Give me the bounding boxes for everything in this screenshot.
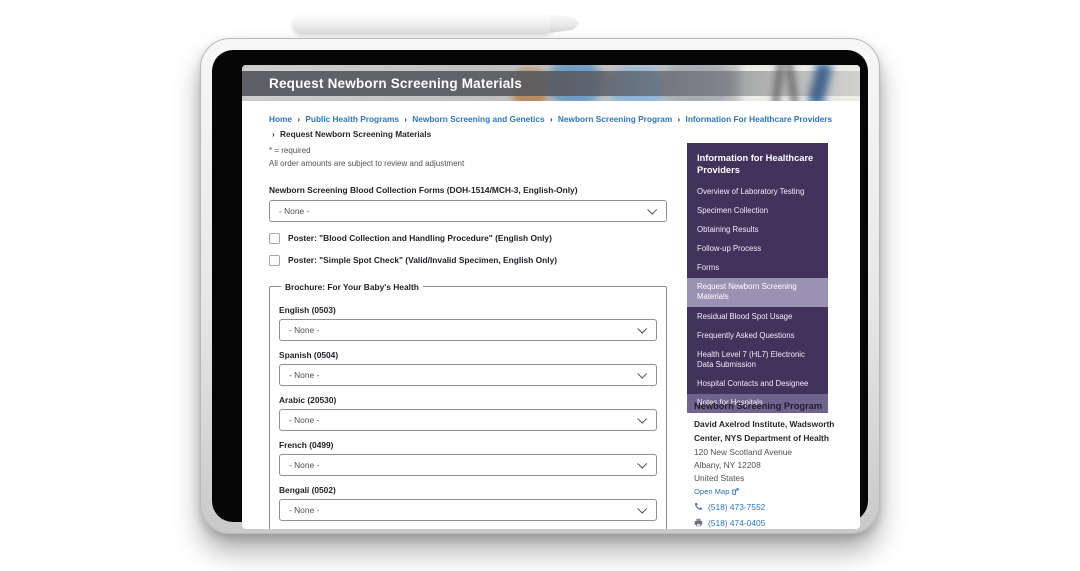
phone-link[interactable]: (518) 473-7552: [708, 502, 765, 512]
stylus: [292, 13, 580, 34]
breadcrumb-link-newborn-screening-genetics[interactable]: Newborn Screening and Genetics: [412, 114, 544, 124]
contact-block: Newborn Screening Program David Axelrod …: [694, 401, 844, 529]
brochure-french-label: French (0499): [279, 440, 657, 450]
brochure-spanish-label: Spanish (0504): [279, 350, 657, 360]
chevron-down-icon: [637, 503, 647, 513]
page-hero: Request Newborn Screening Materials: [242, 65, 860, 101]
brochure-arabic-label: Arabic (20530): [279, 395, 657, 405]
brochure-english-select[interactable]: - None -: [279, 319, 657, 341]
poster-simple-spot-row: Poster: "Simple Spot Check" (Valid/Inval…: [269, 255, 667, 266]
sidebar-item-specimen-collection[interactable]: Specimen Collection: [687, 201, 828, 220]
chevron-down-icon: [637, 368, 647, 378]
tablet-bezel: Request Newborn Screening Materials Home…: [212, 50, 868, 522]
brochure-field-english: English (0503) - None -: [279, 305, 657, 341]
fax-icon: [694, 518, 703, 527]
tablet-device: Request Newborn Screening Materials Home…: [200, 38, 880, 534]
sidebar-item-residual-blood-spot-usage[interactable]: Residual Blood Spot Usage: [687, 307, 828, 326]
brochure-bengali-value: - None -: [289, 505, 319, 515]
sidebar-item-hl7-electronic-data-submission[interactable]: Health Level 7 (HL7) Electronic Data Sub…: [687, 345, 828, 374]
external-link-icon: [732, 488, 739, 495]
brochure-arabic-value: - None -: [289, 415, 319, 425]
sidebar-item-overview-laboratory-testing[interactable]: Overview of Laboratory Testing: [687, 182, 828, 201]
brochure-field-bengali: Bengali (0502) - None -: [279, 485, 657, 521]
contact-address-line2: Albany, NY 12208: [694, 459, 844, 472]
poster-blood-collection-checkbox[interactable]: [269, 233, 280, 244]
breadcrumb-separator: ›: [678, 115, 681, 124]
chevron-down-icon: [637, 413, 647, 423]
sidebar-item-frequently-asked-questions[interactable]: Frequently Asked Questions: [687, 326, 828, 345]
breadcrumb-separator: ›: [272, 130, 275, 139]
sidebar-item-obtaining-results[interactable]: Obtaining Results: [687, 220, 828, 239]
chevron-down-icon: [637, 458, 647, 468]
contact-address-line3: United States: [694, 472, 844, 485]
brochure-english-label: English (0503): [279, 305, 657, 315]
breadcrumb-separator: ›: [550, 115, 553, 124]
contact-organization: David Axelrod Institute, Wadsworth Cente…: [694, 418, 844, 446]
browser-viewport: Request Newborn Screening Materials Home…: [242, 65, 860, 529]
brochure-bengali-label: Bengali (0502): [279, 485, 657, 495]
breadcrumb-link-public-health-programs[interactable]: Public Health Programs: [305, 114, 399, 124]
contact-title: Newborn Screening Program: [694, 401, 844, 411]
brochure-spanish-value: - None -: [289, 370, 319, 380]
collection-forms-label: Newborn Screening Blood Collection Forms…: [269, 185, 667, 195]
breadcrumb-link-newborn-screening-program[interactable]: Newborn Screening Program: [558, 114, 672, 124]
sidebar-item-request-newborn-screening-materials[interactable]: Request Newborn Screening Materials: [687, 278, 828, 307]
sidebar-item-hospital-contacts-designee[interactable]: Hospital Contacts and Designee: [687, 375, 828, 394]
brochure-legend: Brochure: For Your Baby's Health: [281, 282, 423, 292]
chevron-down-icon: [647, 204, 657, 214]
sidebar-item-forms[interactable]: Forms: [687, 259, 828, 278]
brochure-field-french: French (0499) - None -: [279, 440, 657, 476]
brochure-arabic-select[interactable]: - None -: [279, 409, 657, 431]
chevron-down-icon: [637, 323, 647, 333]
hero-title-band: Request Newborn Screening Materials: [242, 71, 860, 96]
brochure-spanish-select[interactable]: - None -: [279, 364, 657, 386]
poster-blood-collection-row: Poster: "Blood Collection and Handling P…: [269, 233, 667, 244]
brochure-french-value: - None -: [289, 460, 319, 470]
brochure-bengali-select[interactable]: - None -: [279, 499, 657, 521]
poster-simple-spot-label: Poster: "Simple Spot Check" (Valid/Inval…: [288, 255, 557, 265]
breadcrumb: Home › Public Health Programs › Newborn …: [269, 112, 835, 142]
stylus-body: [292, 13, 554, 34]
contact-address-line1: 120 New Scotland Avenue: [694, 446, 844, 459]
phone-icon: [694, 502, 703, 511]
order-form: * = required All order amounts are subje…: [269, 145, 667, 529]
poster-blood-collection-label: Poster: "Blood Collection and Handling P…: [288, 233, 552, 243]
open-map-link[interactable]: Open Map: [694, 487, 729, 496]
breadcrumb-link-home[interactable]: Home: [269, 114, 292, 124]
adjustment-note: All order amounts are subject to review …: [269, 158, 667, 171]
brochure-english-value: - None -: [289, 325, 319, 335]
brochure-field-arabic: Arabic (20530) - None -: [279, 395, 657, 431]
collection-forms-select[interactable]: - None -: [269, 200, 667, 222]
breadcrumb-separator: ›: [297, 115, 300, 124]
brochure-french-select[interactable]: - None -: [279, 454, 657, 476]
sidebar-item-follow-up-process[interactable]: Follow-up Process: [687, 240, 828, 259]
collection-forms-value: - None -: [279, 206, 309, 216]
brochure-field-spanish: Spanish (0504) - None -: [279, 350, 657, 386]
stylus-tip: [550, 14, 580, 33]
sidebar-info-healthcare-providers: Information for Healthcare Providers Ove…: [687, 143, 828, 413]
brochure-fieldset: Brochure: For Your Baby's Health English…: [269, 282, 667, 529]
breadcrumb-separator: ›: [404, 115, 407, 124]
poster-simple-spot-checkbox[interactable]: [269, 255, 280, 266]
sidebar-title: Information for Healthcare Providers: [687, 143, 828, 182]
breadcrumb-current: Request Newborn Screening Materials: [280, 129, 431, 139]
breadcrumb-link-info-healthcare-providers[interactable]: Information For Healthcare Providers: [686, 114, 833, 124]
page-title: Request Newborn Screening Materials: [269, 76, 522, 91]
required-note: * = required: [269, 145, 667, 158]
fax-link[interactable]: (518) 474-0405: [708, 518, 765, 528]
